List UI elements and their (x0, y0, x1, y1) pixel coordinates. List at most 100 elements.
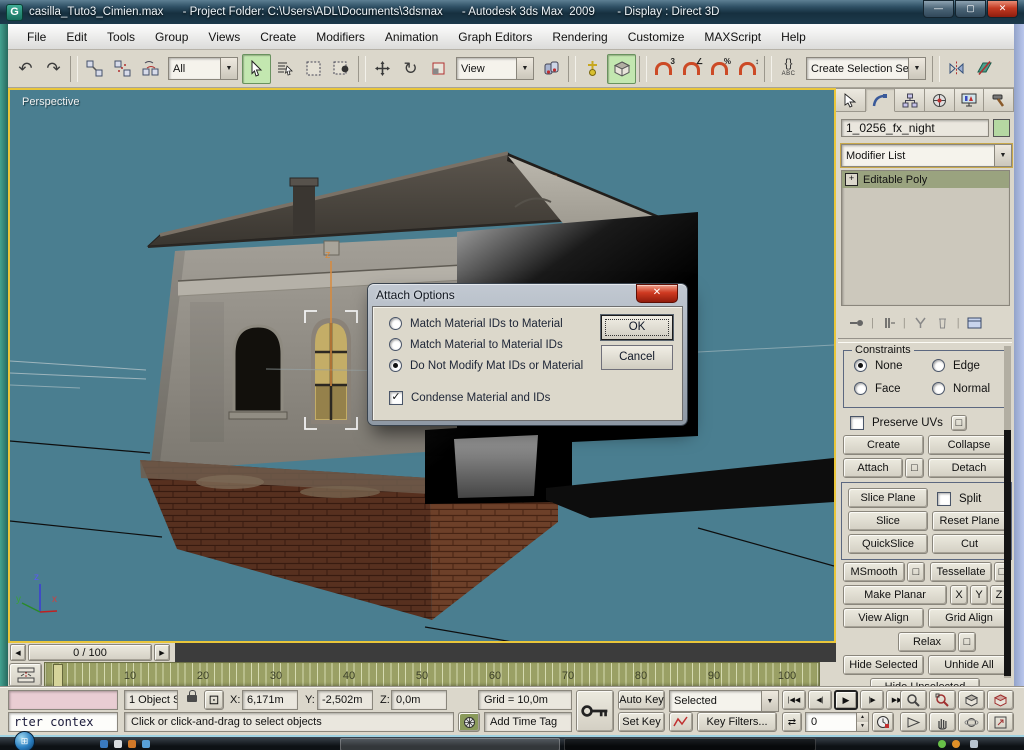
pin-stack-icon[interactable] (849, 316, 864, 330)
auto-key-button[interactable]: Auto Key (618, 690, 665, 710)
attach-settings-icon[interactable]: □ (905, 458, 924, 478)
radio-match-ids-to-material[interactable]: Match Material IDs to Material (389, 317, 563, 330)
select-and-manipulate-icon[interactable] (579, 55, 606, 83)
menu-item-customize[interactable]: Customize (619, 27, 694, 47)
use-pivot-point-center-icon[interactable] (538, 55, 565, 83)
tab-hierarchy-icon[interactable] (895, 88, 925, 112)
spinner-down-icon[interactable]: ▼ (857, 722, 868, 731)
show-end-result-icon[interactable] (881, 316, 896, 330)
quick-launch-icon[interactable] (128, 740, 136, 748)
remove-modifier-icon[interactable] (935, 316, 950, 330)
field-of-view-icon[interactable] (900, 712, 927, 732)
add-time-tag-field[interactable]: Add Time Tag (484, 712, 572, 732)
start-button[interactable]: ⊞ (14, 731, 35, 750)
window-crossing-toggle-icon[interactable] (328, 55, 355, 83)
unlink-selection-icon[interactable] (109, 55, 136, 83)
tray-icon[interactable] (938, 740, 946, 748)
time-configuration-icon[interactable] (872, 712, 894, 732)
relax-settings-icon[interactable]: □ (958, 632, 976, 652)
taskbar-app-button-active[interactable] (564, 738, 816, 750)
snap-toggle-3d-icon[interactable]: 3 (650, 55, 677, 83)
next-frame-icon[interactable]: |▶ (860, 690, 884, 710)
pan-view-icon[interactable] (929, 712, 956, 732)
key-filters-button[interactable]: Key Filters... (697, 712, 777, 732)
align-icon[interactable] (971, 55, 998, 83)
radio-match-material-to-ids[interactable]: Match Material to Material IDs (389, 338, 563, 351)
msmooth-settings-icon[interactable]: □ (907, 562, 925, 582)
redo-icon[interactable]: ↷ (40, 55, 67, 83)
select-and-scale-icon[interactable] (425, 55, 452, 83)
zoom-extents-icon[interactable] (958, 690, 985, 710)
track-bar-ruler[interactable]: 10 20 30 40 50 60 70 80 90 100 (44, 662, 820, 688)
constraint-normal-radio[interactable]: Normal (932, 382, 990, 395)
menu-item-tools[interactable]: Tools (98, 27, 144, 47)
select-and-move-icon[interactable] (369, 55, 396, 83)
zoom-extents-all-icon[interactable] (987, 690, 1014, 710)
reference-coordinate-dropdown[interactable]: View▼ (456, 57, 534, 80)
select-and-link-icon[interactable] (81, 55, 108, 83)
configure-modifier-sets-icon[interactable] (967, 316, 982, 330)
tessellate-button[interactable]: Tessellate (930, 562, 992, 582)
grid-align-button[interactable]: Grid Align (928, 608, 1010, 628)
current-frame-field[interactable]: 0 ▲▼ (805, 712, 869, 732)
undo-icon[interactable]: ↶ (12, 55, 39, 83)
maximize-viewport-toggle-icon[interactable] (987, 712, 1014, 732)
spinner-up-icon[interactable]: ▲ (857, 713, 868, 722)
z-coord-field[interactable]: 0,0m (391, 690, 447, 710)
tab-motion-icon[interactable] (925, 88, 955, 112)
quick-launch-icon[interactable] (114, 740, 122, 748)
ok-button[interactable]: OK (601, 315, 673, 340)
angle-snap-icon[interactable]: ∠ (678, 55, 705, 83)
split-checkbox[interactable]: Split (937, 492, 981, 506)
menu-item-help[interactable]: Help (772, 27, 815, 47)
zoom-all-icon[interactable] (929, 690, 956, 710)
radio-do-not-modify[interactable]: Do Not Modify Mat IDs or Material (389, 359, 583, 372)
preserve-uvs-settings-icon[interactable]: □ (951, 415, 967, 431)
menu-item-rendering[interactable]: Rendering (543, 27, 616, 47)
maxscript-macro-recorder-line[interactable] (8, 690, 118, 710)
default-in-out-tangents-icon[interactable] (669, 712, 693, 732)
minimize-button[interactable]: — (923, 0, 954, 18)
object-name-field[interactable]: 1_0256_fx_night (841, 119, 989, 137)
percent-snap-icon[interactable]: % (706, 55, 733, 83)
tab-create-icon[interactable] (836, 88, 866, 112)
select-by-name-icon[interactable] (272, 55, 299, 83)
zoom-icon[interactable] (900, 690, 927, 710)
selection-filter-dropdown[interactable]: All▼ (168, 57, 238, 80)
create-button[interactable]: Create (843, 435, 924, 455)
preserve-uvs-checkbox[interactable]: Preserve UVs □ (850, 415, 967, 431)
named-selection-set-dropdown[interactable]: Create Selection Set▼ (806, 57, 926, 80)
make-planar-x-button[interactable]: X (950, 585, 968, 605)
title-bar[interactable]: G casilla_Tuto3_Cimien.max - Project Fol… (0, 0, 1024, 24)
cut-button[interactable]: Cut (932, 534, 1007, 554)
isolation-mode-icon[interactable] (458, 712, 480, 732)
time-slider[interactable]: 0 / 100 (28, 644, 152, 661)
collapse-button[interactable]: Collapse (928, 435, 1010, 455)
x-coord-field[interactable]: 6,171m (242, 690, 298, 710)
quickslice-button[interactable]: QuickSlice (848, 534, 928, 554)
menu-item-modifiers[interactable]: Modifiers (307, 27, 374, 47)
dialog-close-icon[interactable]: ✕ (636, 284, 678, 303)
menu-item-views[interactable]: Views (199, 27, 249, 47)
hide-selected-button[interactable]: Hide Selected (843, 655, 924, 675)
cancel-button[interactable]: Cancel (601, 345, 673, 370)
menu-item-file[interactable]: File (18, 27, 55, 47)
menu-item-group[interactable]: Group (146, 27, 197, 47)
make-unique-icon[interactable] (913, 316, 928, 330)
quick-launch-icon[interactable] (100, 740, 108, 748)
panel-scrollbar[interactable] (1004, 346, 1011, 678)
absolute-mode-icon[interactable]: ⊡ (204, 690, 224, 710)
make-planar-y-button[interactable]: Y (970, 585, 988, 605)
bind-to-space-warp-icon[interactable] (137, 55, 164, 83)
dialog-title[interactable]: Attach Options (376, 288, 455, 302)
constraint-none-radio[interactable]: None (854, 359, 903, 372)
stack-item-editable-poly[interactable]: + Editable Poly (842, 171, 1009, 188)
tab-display-icon[interactable] (955, 88, 985, 112)
menu-item-graph-editors[interactable]: Graph Editors (449, 27, 541, 47)
set-key-button[interactable]: Set Key (618, 712, 665, 732)
menu-item-edit[interactable]: Edit (57, 27, 96, 47)
select-object-icon[interactable] (242, 54, 271, 84)
play-animation-icon[interactable]: ▶ (834, 690, 858, 710)
mirror-icon[interactable] (943, 55, 970, 83)
snaps-toggle-icon[interactable] (607, 54, 636, 84)
